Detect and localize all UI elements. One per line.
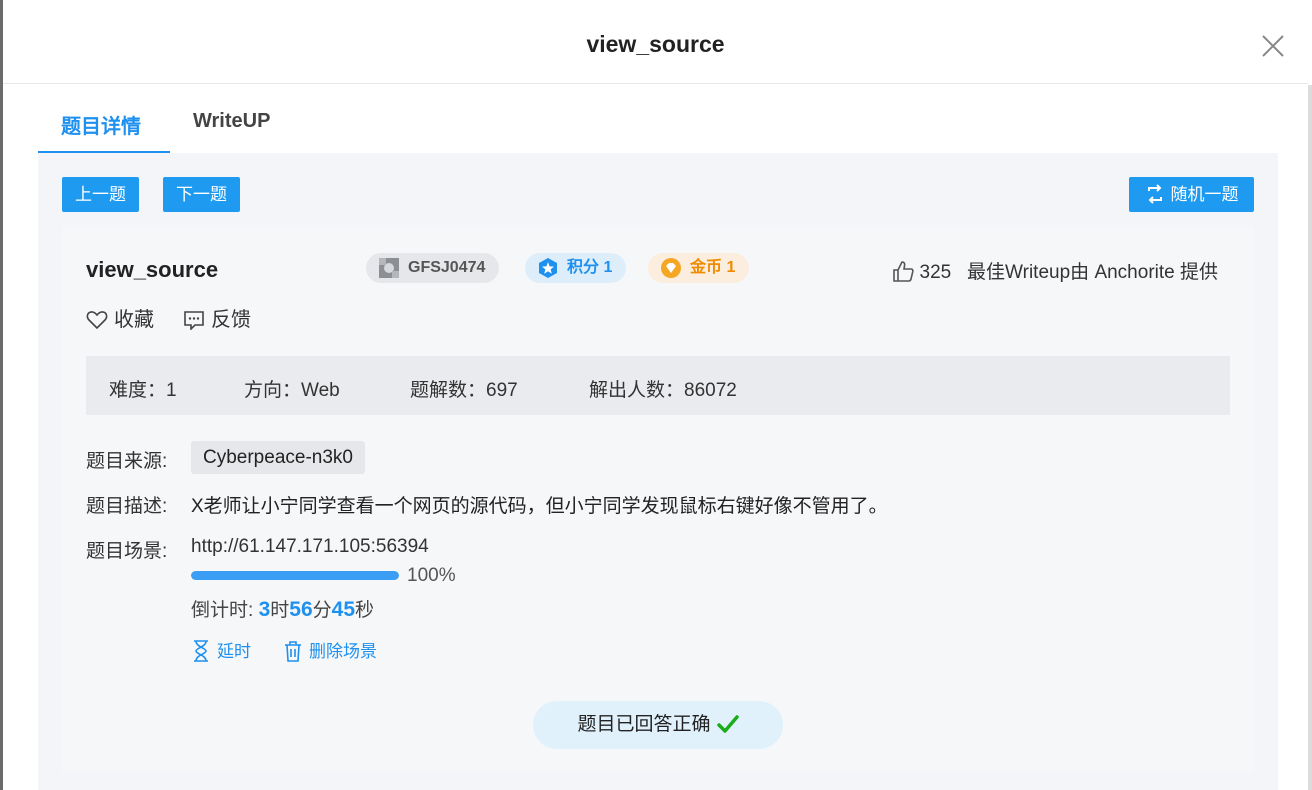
delete-scene-button[interactable]: 删除场景: [283, 637, 377, 662]
scene-label: 题目场景:: [86, 541, 168, 562]
delete-scene-label: 删除场景: [309, 642, 377, 661]
coin-icon: [661, 258, 681, 278]
countdown-hours: 3: [258, 598, 271, 621]
stats-bar: 难度：1 方向：Web 题解数：697 解出人数：86072: [86, 356, 1230, 415]
shuffle-icon: [1147, 184, 1162, 204]
thumbs-up-icon[interactable]: [892, 260, 914, 282]
challenge-modal: view_source 题目详情 WriteUP 上一题 下一题 随机一题 vi…: [3, 0, 1308, 790]
scene-progress-fill: [191, 571, 399, 580]
countdown-seconds-unit: 秒: [355, 600, 375, 621]
writeup-count-stat: 题解数：697: [410, 380, 518, 401]
like-row: 325 最佳Writeup由 Anchorite 提供: [892, 257, 1218, 284]
modal-title: view_source: [586, 31, 725, 57]
answered-status-badge: 题目已回答正确: [533, 701, 783, 749]
solver-count-stat: 解出人数：86072: [589, 380, 737, 401]
tab-details[interactable]: 题目详情: [61, 110, 141, 139]
score-label: 积分 1: [567, 259, 613, 276]
scene-progress-bar: [191, 571, 399, 580]
scene-url-link[interactable]: http://61.147.171.105:56394: [191, 536, 429, 558]
feedback-button[interactable]: 反馈: [183, 303, 251, 332]
like-count: 325: [919, 262, 952, 283]
puzzle-icon: [379, 258, 399, 278]
challenge-code: GFSJ0474: [408, 259, 486, 276]
scene-progress-text: 100%: [407, 565, 456, 586]
description-label: 题目描述:: [86, 496, 168, 517]
challenge-card-body: view_source GFSJ0474 积分 1 金币 1 325 最佳Wri…: [62, 227, 1254, 772]
source-tag: Cyberpeace-n3k0: [191, 441, 365, 474]
comment-icon: [184, 311, 204, 331]
countdown-hours-unit: 时: [270, 600, 290, 621]
feedback-label: 反馈: [211, 309, 251, 331]
tab-writeup[interactable]: WriteUP: [193, 110, 270, 133]
heart-icon: [86, 311, 108, 330]
prev-challenge-button[interactable]: 上一题: [62, 177, 139, 212]
coin-label: 金币 1: [690, 259, 736, 276]
coin-badge: 金币 1: [648, 253, 750, 283]
challenge-title: view_source: [86, 257, 219, 282]
random-challenge-button[interactable]: 随机一题: [1129, 177, 1254, 212]
hourglass-icon: [194, 640, 208, 662]
category-stat: 方向：Web: [244, 380, 340, 401]
countdown-prefix: 倒计时:: [191, 600, 259, 621]
scrollbar-track[interactable]: [1308, 85, 1312, 790]
random-challenge-label: 随机一题: [1170, 185, 1239, 204]
checkmark-icon: [716, 715, 739, 733]
countdown-minutes-unit: 分: [312, 600, 332, 621]
star-icon: [539, 258, 557, 278]
challenge-code-badge: GFSJ0474: [366, 253, 500, 283]
best-writeup-credit[interactable]: 最佳Writeup由 Anchorite 提供: [967, 262, 1218, 283]
extend-time-label: 延时: [217, 642, 251, 661]
countdown-minutes: 56: [289, 598, 313, 621]
countdown-timer: 倒计时: 3时56分45秒: [191, 595, 374, 622]
challenge-card: view_source GFSJ0474 积分 1 金币 1 325 最佳Wri…: [62, 227, 1254, 772]
source-label: 题目来源:: [86, 451, 168, 472]
difficulty-stat: 难度：1: [109, 380, 177, 401]
answered-status-label: 题目已回答正确: [577, 714, 711, 735]
modal-header: view_source: [3, 0, 1308, 84]
trash-icon: [285, 641, 301, 662]
extend-time-button[interactable]: 延时: [191, 637, 251, 662]
countdown-seconds: 45: [331, 598, 355, 621]
next-challenge-button[interactable]: 下一题: [163, 177, 240, 212]
tab-panel: 上一题 下一题 随机一题 view_source GFSJ0474 积分 1 金…: [38, 153, 1278, 790]
description-text: X老师让小宁同学查看一个网页的源代码，但小宁同学发现鼠标右键好像不管用了。: [191, 496, 888, 517]
favorite-button[interactable]: 收藏: [86, 303, 154, 332]
score-badge: 积分 1: [525, 253, 627, 283]
favorite-label: 收藏: [114, 309, 154, 331]
close-icon[interactable]: [1260, 33, 1286, 59]
